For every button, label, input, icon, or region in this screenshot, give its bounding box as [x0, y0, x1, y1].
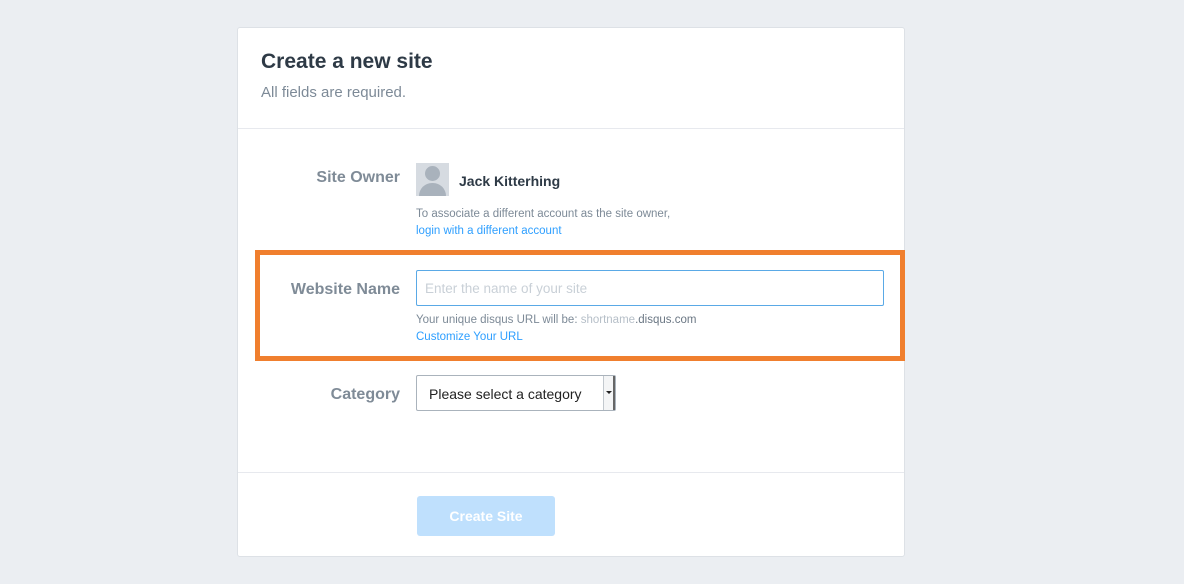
- footer-divider: [238, 472, 904, 473]
- category-label: Category: [330, 386, 400, 403]
- category-selected-value: Please select a category: [429, 386, 582, 402]
- avatar-head-shape: [425, 166, 440, 181]
- create-site-button[interactable]: Create Site: [417, 496, 555, 536]
- highlight-box: [255, 250, 905, 361]
- login-different-account-link[interactable]: login with a different account: [416, 225, 562, 237]
- create-site-card: Create a new site All fields are require…: [237, 27, 905, 557]
- select-button[interactable]: [603, 376, 615, 410]
- avatar-body-shape: [419, 183, 446, 196]
- owner-help-text: To associate a different account as the …: [416, 208, 671, 220]
- card-header: Create a new site All fields are require…: [238, 28, 904, 129]
- avatar: [416, 163, 449, 196]
- page-subtitle: All fields are required.: [261, 84, 407, 101]
- category-select[interactable]: Please select a category: [416, 375, 616, 411]
- owner-name: Jack Kitterhing: [459, 173, 561, 189]
- page-title: Create a new site: [261, 50, 433, 73]
- site-owner-label: Site Owner: [316, 169, 400, 186]
- caret-down-icon: [606, 391, 612, 394]
